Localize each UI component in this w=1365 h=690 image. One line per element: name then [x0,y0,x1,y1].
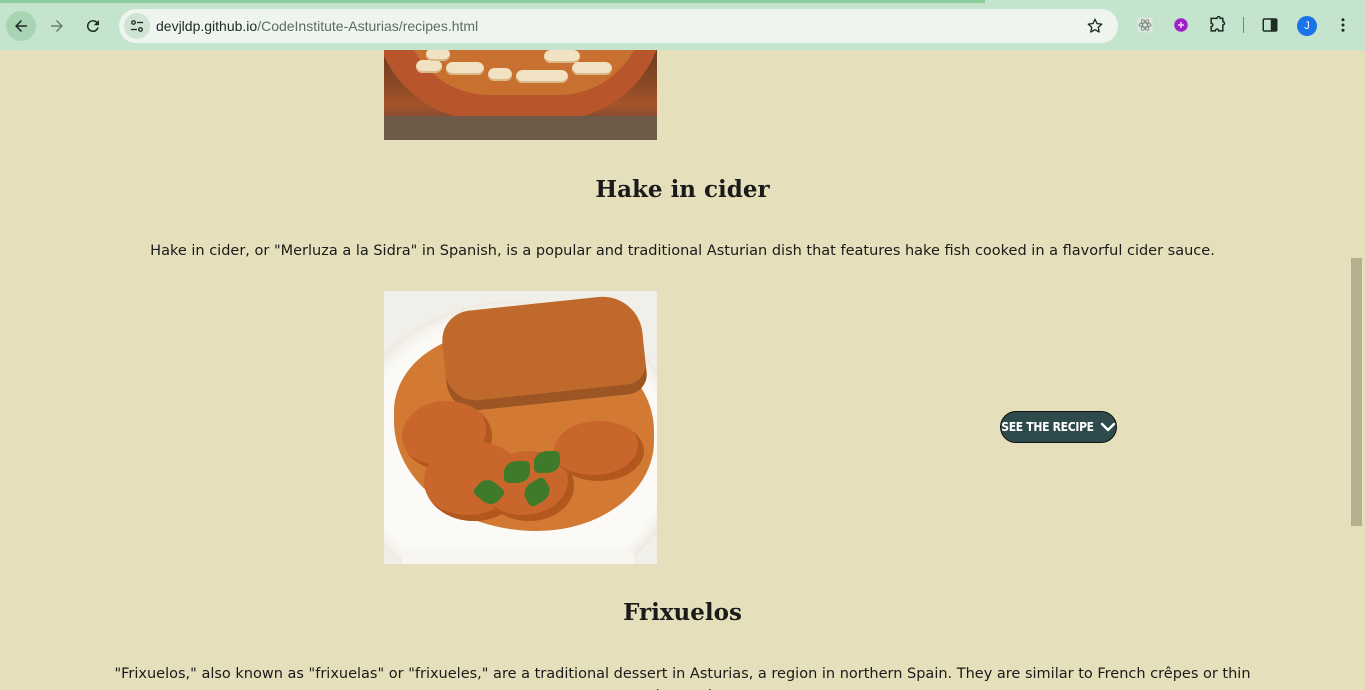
bean [488,68,512,81]
address-bar[interactable]: devjldp.github.io/CodeInstitute-Asturias… [119,9,1118,43]
see-recipe-button[interactable]: SEE THE RECIPE [1000,411,1117,443]
recipe-description: "Frixuelos," also known as "frixuelas" o… [114,666,1251,690]
bookmark-button[interactable] [1084,15,1106,37]
url-text[interactable]: devjldp.github.io/CodeInstitute-Asturias… [156,17,478,35]
reload-button[interactable] [78,11,108,41]
side-panel-icon [1262,18,1278,32]
reload-icon [86,20,99,33]
hake-in-cider-image [384,291,657,564]
back-button[interactable] [6,11,36,41]
potato-slice [554,421,644,481]
fish-fillet-shape [439,292,649,414]
bean [426,50,450,61]
side-panel-button[interactable] [1259,14,1281,36]
url-host: devjldp.github.io [156,18,258,34]
page-content: Hake in cider Hake in cider, or "Merluza… [0,50,1349,690]
profile-avatar[interactable]: J [1297,16,1317,36]
browser-menu-button[interactable] [1332,14,1354,36]
toolbar-divider [1243,17,1244,33]
tab-strip-accent [0,0,985,3]
bean [446,62,484,75]
parsley-leaf [534,451,560,473]
purple-extension[interactable] [1170,14,1192,36]
react-devtools-extension[interactable] [1134,14,1156,36]
react-devtools-icon [1137,17,1153,33]
forward-icon [51,20,63,32]
back-icon [15,20,27,32]
fabada-image [384,50,657,140]
menu-icon [1341,18,1345,32]
wood-table [384,116,657,140]
recipe-title: Hake in cider [595,176,770,203]
bean [544,50,580,63]
recipe-description: Hake in cider, or "Merluza a la Sidra" i… [150,243,1215,259]
bean [572,62,612,75]
extensions-button[interactable] [1206,14,1228,36]
recipe-title: Frixuelos [623,599,742,626]
browser-toolbar: devjldp.github.io/CodeInstitute-Asturias… [0,0,1365,50]
bean [416,60,442,73]
url-path: /CodeInstitute-Asturias/recipes.html [257,18,479,34]
site-info-icon [130,20,144,32]
extension-icon [1174,18,1188,32]
forward-button[interactable] [42,11,72,41]
site-info-button[interactable] [124,13,150,39]
see-recipe-label: SEE THE RECIPE [1001,420,1094,434]
puzzle-icon [1210,15,1226,32]
star-icon [1087,18,1103,33]
chevron-down-icon [1100,422,1115,432]
parsley-leaf [504,461,530,483]
bean [516,70,568,83]
scrollbar-thumb[interactable] [1351,258,1362,526]
plate-rim [402,549,634,564]
